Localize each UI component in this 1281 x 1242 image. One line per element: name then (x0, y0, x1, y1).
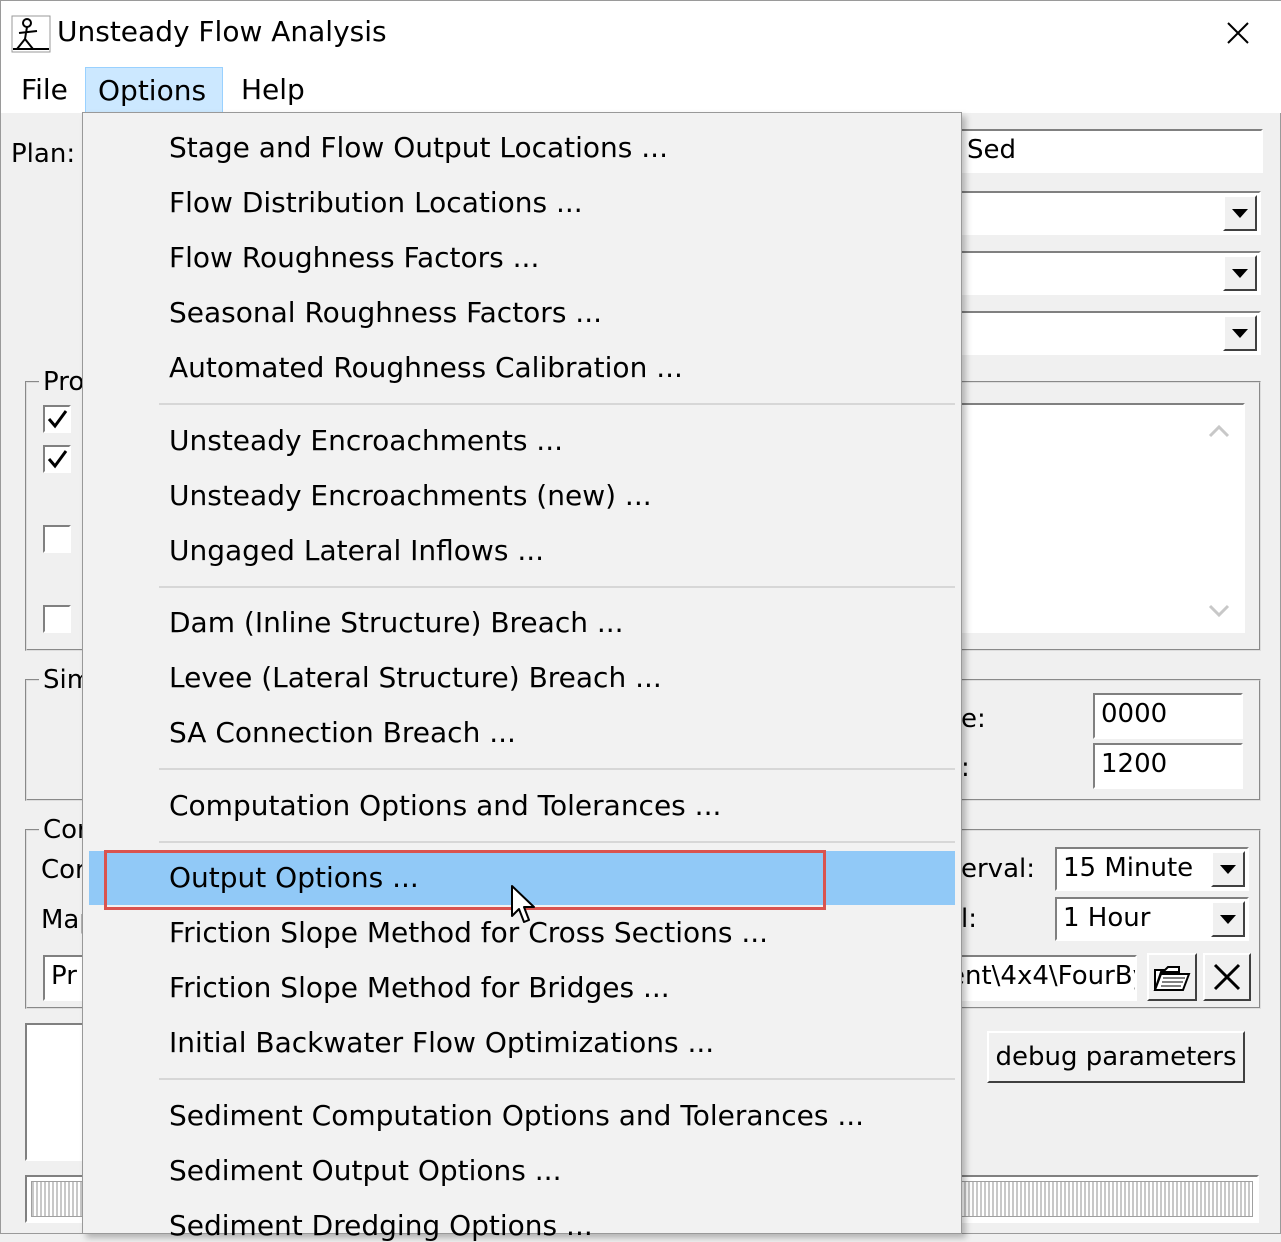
sediment-dropdown-button[interactable] (1223, 315, 1257, 351)
menu-item-flow-roughness-factors[interactable]: Flow Roughness Factors ... (169, 241, 539, 274)
menu-options[interactable]: Options (85, 67, 223, 113)
browse-dss-button[interactable] (1147, 953, 1197, 1001)
flow-file-select[interactable] (941, 251, 1261, 295)
menu-item-sa-connection-breach[interactable]: SA Connection Breach ... (169, 716, 516, 749)
checkbox-unsteady-simulation[interactable] (43, 445, 71, 473)
plan-label: Plan: (11, 139, 76, 169)
menu-item-unsteady-encroachments-new[interactable]: Unsteady Encroachments (new) ... (169, 479, 652, 512)
interval-select[interactable]: 15 Minute (1055, 847, 1249, 891)
programs-list[interactable] (941, 403, 1245, 633)
menu-separator (159, 841, 955, 843)
chevron-down-icon (1232, 208, 1248, 218)
menu-file[interactable]: File (9, 67, 80, 113)
geometry-file-select[interactable] (941, 191, 1261, 235)
scroll-up-icon[interactable] (1207, 423, 1231, 439)
mapping-interval-label: l: (961, 904, 977, 934)
dss-output-label-value: Pr (51, 961, 77, 991)
plan-name-input[interactable]: Sed (941, 129, 1263, 173)
window-title: Unsteady Flow Analysis (57, 15, 387, 48)
close-icon (1213, 963, 1241, 991)
chevron-down-icon (1220, 864, 1236, 874)
menu-separator (159, 586, 955, 588)
ending-time-value: 1200 (1101, 749, 1168, 779)
close-icon (1227, 22, 1249, 44)
menu-item-dam-breach[interactable]: Dam (Inline Structure) Breach ... (169, 606, 624, 639)
ending-time-label: : (961, 753, 970, 783)
chevron-down-icon (1232, 328, 1248, 338)
menu-item-ungaged-lateral-inflows[interactable]: Ungaged Lateral Inflows ... (169, 534, 544, 567)
checkbox-post-processor[interactable] (43, 525, 71, 553)
geometry-dropdown-button[interactable] (1223, 195, 1257, 231)
menu-item-friction-slope-bridges[interactable]: Friction Slope Method for Bridges ... (169, 971, 670, 1004)
menu-item-computation-options[interactable]: Computation Options and Tolerances ... (169, 789, 721, 822)
app-icon (11, 15, 51, 53)
scroll-down-icon[interactable] (1207, 603, 1231, 619)
check-icon (47, 410, 68, 429)
title-bar: Unsteady Flow Analysis (1, 1, 1281, 65)
annotation-highlight-box (104, 850, 826, 910)
interval-dropdown-button[interactable] (1211, 851, 1245, 887)
dss-output-path-value: ent\4x4\FourBy (949, 961, 1137, 991)
clear-dss-button[interactable] (1203, 953, 1251, 1001)
menu-item-sediment-computation-options[interactable]: Sediment Computation Options and Toleran… (169, 1099, 864, 1132)
programs-group-label: Pro (39, 367, 89, 397)
check-icon (47, 450, 68, 469)
dss-output-path-input[interactable]: ent\4x4\FourBy (941, 955, 1137, 1001)
menu-item-flow-distribution-locations[interactable]: Flow Distribution Locations ... (169, 186, 583, 219)
menu-item-initial-backwater-optimizations[interactable]: Initial Backwater Flow Optimizations ... (169, 1026, 714, 1059)
menu-item-stage-flow-output-locations[interactable]: Stage and Flow Output Locations ... (169, 131, 668, 164)
menu-item-sediment-dredging-options[interactable]: Sediment Dredging Options ... (169, 1209, 593, 1242)
computation-interval-row-label: Cor (41, 855, 86, 885)
starting-time-value: 0000 (1101, 699, 1168, 729)
mapping-interval-select[interactable]: 1 Hour (1055, 897, 1249, 941)
menu-item-automated-roughness-calibration[interactable]: Automated Roughness Calibration ... (169, 351, 683, 384)
chevron-down-icon (1220, 914, 1236, 924)
menu-item-levee-breach[interactable]: Levee (Lateral Structure) Breach ... (169, 661, 662, 694)
menu-help[interactable]: Help (229, 67, 317, 113)
sediment-file-select[interactable] (941, 311, 1261, 355)
mapping-interval-value: 1 Hour (1063, 903, 1151, 933)
checkbox-geometry-preprocessor[interactable] (43, 405, 71, 433)
menu-separator (159, 403, 955, 405)
checkbox-floodplain-mapping[interactable] (43, 605, 71, 633)
close-button[interactable] (1213, 11, 1263, 55)
interval-value: 15 Minute (1063, 853, 1194, 883)
menu-separator (159, 1078, 955, 1080)
mouse-cursor-icon (511, 885, 535, 923)
flow-dropdown-button[interactable] (1223, 255, 1257, 291)
options-dropdown-menu: Stage and Flow Output Locations ... Flow… (82, 112, 962, 1242)
mapping-interval-dropdown-button[interactable] (1211, 901, 1245, 937)
debug-parameters-label: debug parameters (995, 1042, 1237, 1072)
starting-time-input[interactable]: 0000 (1093, 693, 1243, 739)
menu-separator (159, 768, 955, 770)
menu-item-seasonal-roughness-factors[interactable]: Seasonal Roughness Factors ... (169, 296, 602, 329)
interval-label: erval: (961, 854, 1035, 884)
menu-item-sediment-output-options[interactable]: Sediment Output Options ... (169, 1154, 561, 1187)
ending-time-input[interactable]: 1200 (1093, 743, 1243, 789)
starting-time-label: e: (961, 704, 986, 734)
menu-item-unsteady-encroachments[interactable]: Unsteady Encroachments ... (169, 424, 563, 457)
folder-open-icon (1153, 966, 1191, 991)
computation-messages-box (25, 1023, 85, 1161)
chevron-down-icon (1232, 268, 1248, 278)
menu-item-friction-slope-cross-sections[interactable]: Friction Slope Method for Cross Sections… (169, 916, 768, 949)
debug-parameters-button[interactable]: debug parameters (987, 1031, 1245, 1083)
